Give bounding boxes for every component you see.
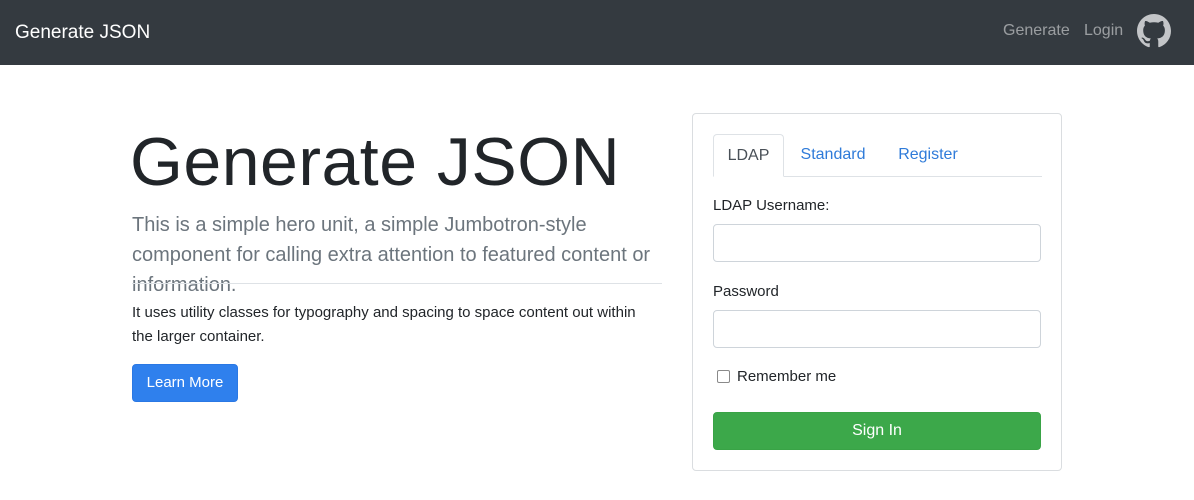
ldap-username-input[interactable]	[713, 224, 1041, 262]
hero-divider	[132, 283, 662, 284]
tab-standard[interactable]: Standard	[800, 134, 866, 177]
password-label: Password	[713, 283, 779, 300]
hero-title: Generate JSON	[130, 124, 621, 200]
tab-ldap[interactable]: LDAP	[713, 134, 784, 177]
login-card: LDAP Standard Register LDAP Username: Pa…	[692, 113, 1062, 471]
github-icon[interactable]	[1137, 14, 1171, 48]
remember-me-label[interactable]: Remember me	[737, 367, 836, 387]
login-tabs: LDAP Standard Register	[713, 134, 1042, 177]
sign-in-button[interactable]: Sign In	[713, 412, 1041, 450]
password-input[interactable]	[713, 310, 1041, 348]
nav-link-generate[interactable]: Generate	[1003, 20, 1070, 42]
navbar-brand[interactable]: Generate JSON	[15, 21, 150, 45]
hero-lead-text: This is a simple hero unit, a simple Jum…	[132, 214, 651, 296]
remember-me-checkbox[interactable]	[717, 370, 730, 383]
top-navbar: Generate JSON Generate Login	[0, 0, 1194, 65]
tab-register[interactable]: Register	[896, 134, 960, 177]
hero-body-text: It uses utility classes for typography a…	[132, 304, 636, 345]
learn-more-button[interactable]: Learn More	[132, 364, 238, 402]
nav-link-login[interactable]: Login	[1084, 20, 1123, 42]
ldap-username-label: LDAP Username:	[713, 197, 830, 214]
